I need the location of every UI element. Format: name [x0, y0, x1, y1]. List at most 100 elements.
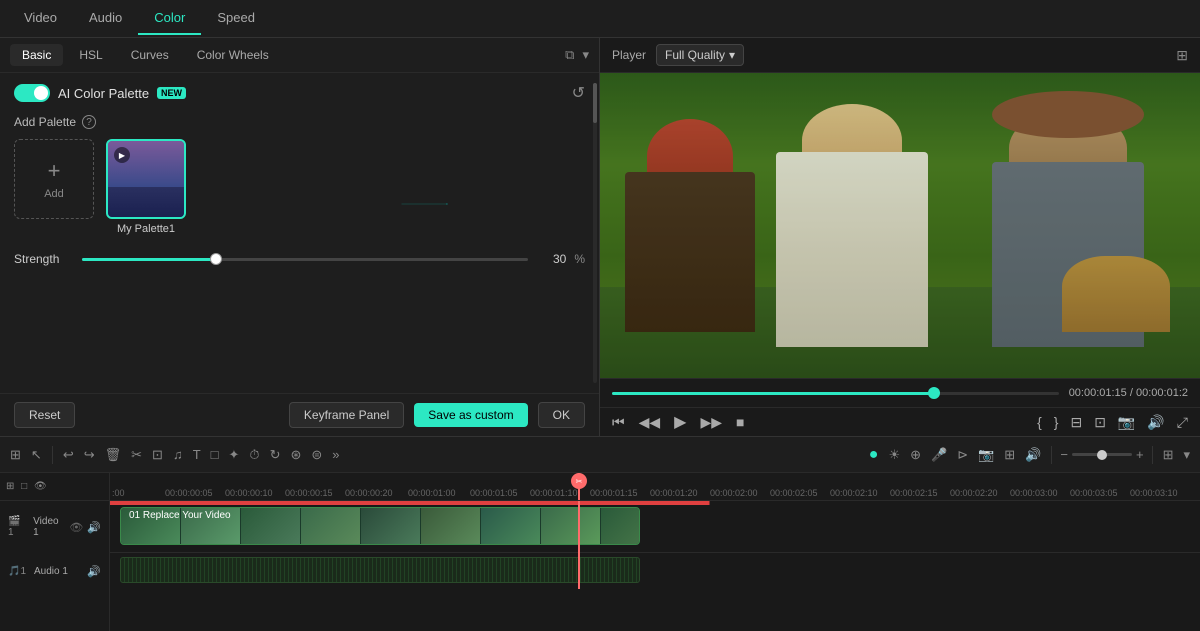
monitor-icon[interactable]: ⊡: [1094, 414, 1106, 431]
redo-icon[interactable]: ↪: [82, 445, 97, 465]
save-as-custom-button[interactable]: Save as custom: [414, 403, 527, 427]
tab-audio[interactable]: Audio: [73, 2, 138, 35]
palette-item-1[interactable]: ▶ My Palette1: [106, 139, 186, 235]
audio-extract-icon[interactable]: ♫: [171, 445, 185, 464]
step-back-icon[interactable]: ◀◀: [639, 414, 661, 431]
audio-track-header: 🎵1 Audio 1 🔊: [0, 553, 109, 589]
split-view-icon[interactable]: ⧉: [565, 47, 574, 63]
tab-video[interactable]: Video: [8, 2, 73, 35]
zoom-out-icon[interactable]: −: [1060, 447, 1068, 462]
audio-track-sound[interactable]: 🔊: [87, 565, 101, 578]
bracket-right-icon[interactable]: }: [1054, 414, 1059, 430]
stop-icon[interactable]: ■: [736, 414, 744, 430]
ai-toggle-switch[interactable]: [14, 84, 50, 102]
timeline-ruler: :00 00:00:00:05 00:00:00:10 00:00:00:15 …: [110, 473, 1200, 501]
clip-thumb-2: [241, 508, 301, 544]
ok-button[interactable]: OK: [538, 402, 585, 428]
clip-thumb-6: [481, 508, 541, 544]
rotate-icon[interactable]: ↻: [268, 445, 283, 465]
timeline-toolbar: ⊞ ↖ ↩ ↪ 🗑 ✂ ⊡ ♫ T □ ✦ ⏱ ↻ ⊛ ⊜ » ● ☀ ⊕ 🎤 …: [0, 437, 1200, 473]
cursor-icon[interactable]: ↖: [29, 445, 44, 465]
tab-color[interactable]: Color: [138, 2, 201, 35]
reset-top-button[interactable]: ↺: [572, 83, 585, 103]
text-icon[interactable]: T: [191, 445, 203, 464]
reset-button[interactable]: Reset: [14, 402, 75, 428]
trash-icon[interactable]: 🗑: [103, 445, 124, 465]
quality-select[interactable]: Full Quality ▾: [656, 44, 744, 66]
chevron-down-icon[interactable]: ▾: [582, 47, 589, 63]
tl-sep-3: [1152, 446, 1153, 464]
video-track-label: Video 1: [33, 516, 65, 538]
video-track-icons: 👁 🔊: [69, 521, 101, 534]
ruler-time-5: 00:00:01:00: [408, 488, 456, 498]
video-track-eye[interactable]: 👁: [69, 521, 83, 534]
grid-view-icon[interactable]: ⊞: [1176, 47, 1188, 64]
shape-icon[interactable]: □: [209, 445, 221, 464]
tl-export-icon[interactable]: ⊳: [955, 445, 970, 465]
bracket-left-icon[interactable]: {: [1037, 414, 1042, 430]
screenshot-icon[interactable]: 📷: [1118, 414, 1135, 431]
color-tab-curves[interactable]: Curves: [119, 44, 181, 66]
speed-icon[interactable]: ⏱: [247, 445, 261, 465]
strength-unit: %: [574, 252, 585, 266]
eye-all-icon[interactable]: 👁: [34, 481, 47, 492]
ruler-time-7: 00:00:01:10: [530, 488, 578, 498]
scrollbar-thumb: [593, 83, 597, 123]
ruler-time-9: 00:00:01:20: [650, 488, 698, 498]
fullscreen-icon[interactable]: ⤢: [1177, 414, 1188, 431]
progress-container[interactable]: [612, 385, 1059, 401]
left-panel: Basic HSL Curves Color Wheels ⧉ ▾ AI Col…: [0, 38, 600, 436]
more-icon[interactable]: »: [330, 445, 341, 464]
grid-layout-icon[interactable]: ⊞: [1161, 445, 1176, 465]
tl-camera-icon[interactable]: 📷: [976, 445, 996, 465]
ruler-time-12: 00:00:02:10: [830, 488, 878, 498]
girl-right-hat: [992, 91, 1143, 139]
volume-icon[interactable]: 🔊: [1147, 414, 1164, 431]
color-tab-basic[interactable]: Basic: [10, 44, 63, 66]
palette-thumb-bottom: [108, 187, 184, 217]
strength-slider[interactable]: [82, 251, 528, 267]
zoom-slider[interactable]: [1072, 453, 1132, 456]
trim-icon[interactable]: ⊡: [150, 445, 165, 465]
tab-speed[interactable]: Speed: [201, 2, 271, 35]
effect-icon[interactable]: ✦: [227, 445, 242, 465]
ruler-time-4: 00:00:00:20: [345, 488, 393, 498]
playhead-marker[interactable]: ✂: [571, 473, 587, 489]
play-icon[interactable]: ▶: [674, 412, 686, 432]
step-forward-icon[interactable]: ▶▶: [700, 414, 722, 431]
new-badge: NEW: [157, 87, 186, 99]
tl-mic-icon[interactable]: 🎤: [929, 445, 949, 465]
color-correct-icon[interactable]: ⊛: [288, 445, 303, 465]
slider-thumb[interactable]: [210, 253, 222, 265]
tl-shield-icon[interactable]: ⊕: [908, 445, 923, 465]
undo-icon[interactable]: ↩: [61, 445, 76, 465]
more-options-icon[interactable]: ▾: [1181, 445, 1192, 465]
panel-scrollbar[interactable]: [593, 83, 597, 383]
progress-thumb[interactable]: [928, 387, 940, 399]
palette-items: + Add ▶ My Palette1: [14, 139, 585, 235]
video-track-sound[interactable]: 🔊: [87, 521, 101, 534]
keyframe-panel-button[interactable]: Keyframe Panel: [289, 402, 404, 428]
video-scene: [600, 73, 1200, 378]
zoom-in-icon[interactable]: +: [1136, 447, 1144, 462]
help-icon[interactable]: ?: [82, 115, 96, 129]
tl-film-icon[interactable]: ⊞: [1002, 445, 1017, 465]
video-clip[interactable]: 01 Replace Your Video: [120, 507, 640, 545]
crop-icon[interactable]: ⊟: [1070, 414, 1082, 431]
slider-track: [82, 258, 528, 261]
palette-add-button[interactable]: + Add: [14, 139, 94, 219]
add-track-icon[interactable]: ⊞: [6, 481, 14, 492]
ruler-header: ⊞ □ 👁: [0, 473, 109, 501]
audio-clip[interactable]: [120, 557, 640, 583]
scene-icon[interactable]: ⊞: [8, 445, 23, 465]
player-header: Player Full Quality ▾ ⊞: [600, 38, 1200, 73]
rewind-icon[interactable]: ⏮: [612, 414, 625, 431]
color-tab-colorwheels[interactable]: Color Wheels: [185, 44, 281, 66]
color-tab-hsl[interactable]: HSL: [67, 44, 114, 66]
stabilize-icon[interactable]: ⊜: [309, 445, 324, 465]
track-settings-icon[interactable]: □: [21, 481, 27, 492]
palette-play-icon: ▶: [114, 147, 130, 163]
tl-sound-icon[interactable]: 🔊: [1023, 445, 1043, 465]
cut-icon[interactable]: ✂: [129, 445, 144, 465]
tl-sun-icon[interactable]: ☀: [886, 445, 902, 465]
